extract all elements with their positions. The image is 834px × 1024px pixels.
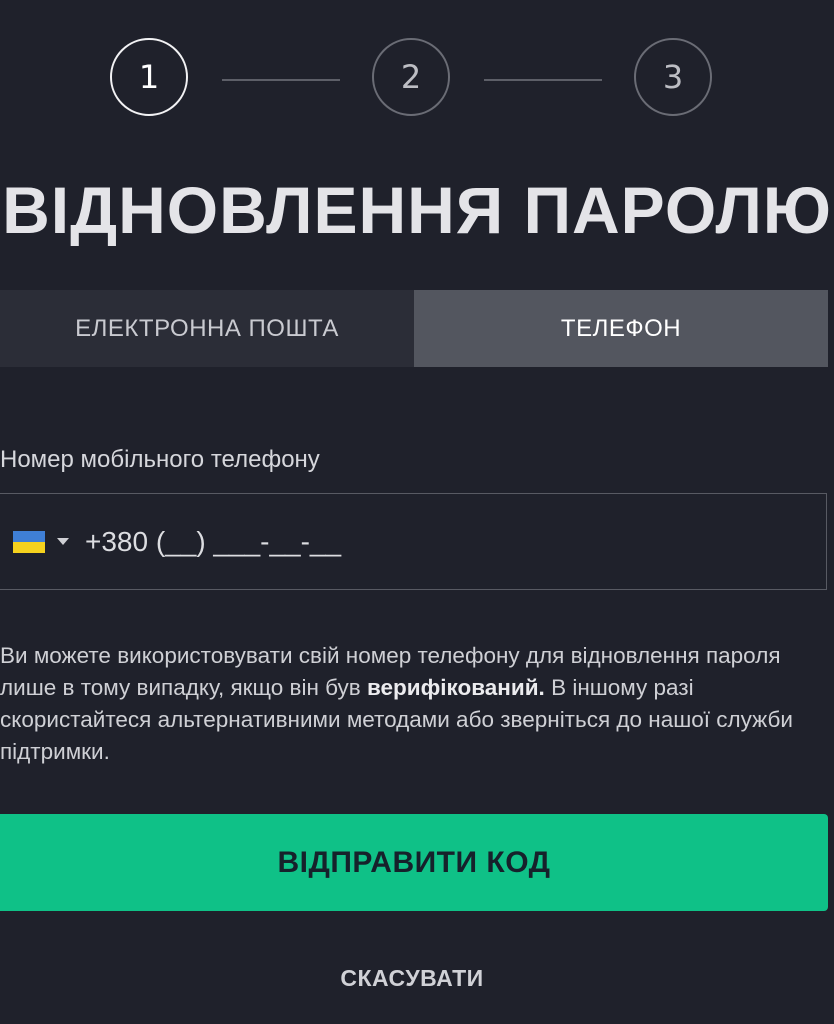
step-3-indicator: 3 [634, 38, 712, 116]
chevron-down-icon[interactable] [57, 538, 69, 545]
recovery-method-tabs: ЕЛЕКТРОННА ПОШТА ТЕЛЕФОН [0, 290, 828, 367]
step-connector-2 [484, 79, 602, 81]
phone-input[interactable] [85, 525, 685, 558]
step-1-indicator: 1 [110, 38, 188, 116]
cancel-button[interactable]: СКАСУВАТИ [0, 965, 824, 992]
send-code-button[interactable]: ВІДПРАВИТИ КОД [0, 814, 828, 911]
tab-email[interactable]: ЕЛЕКТРОННА ПОШТА [0, 290, 414, 367]
info-text: Ви можете використовувати свій номер тел… [0, 640, 800, 768]
info-text-bold: верифікований. [366, 675, 545, 700]
stepper: 1 2 3 [0, 0, 834, 160]
ukraine-flag-icon[interactable] [13, 530, 45, 553]
phone-field [0, 493, 827, 590]
step-connector-1 [222, 79, 340, 81]
phone-field-label: Номер мобільного телефону [0, 446, 320, 473]
page-title: ВІДНОВЛЕННЯ ПАРОЛЮ [2, 173, 832, 247]
tab-phone[interactable]: ТЕЛЕФОН [414, 290, 828, 367]
step-2-indicator: 2 [372, 38, 450, 116]
